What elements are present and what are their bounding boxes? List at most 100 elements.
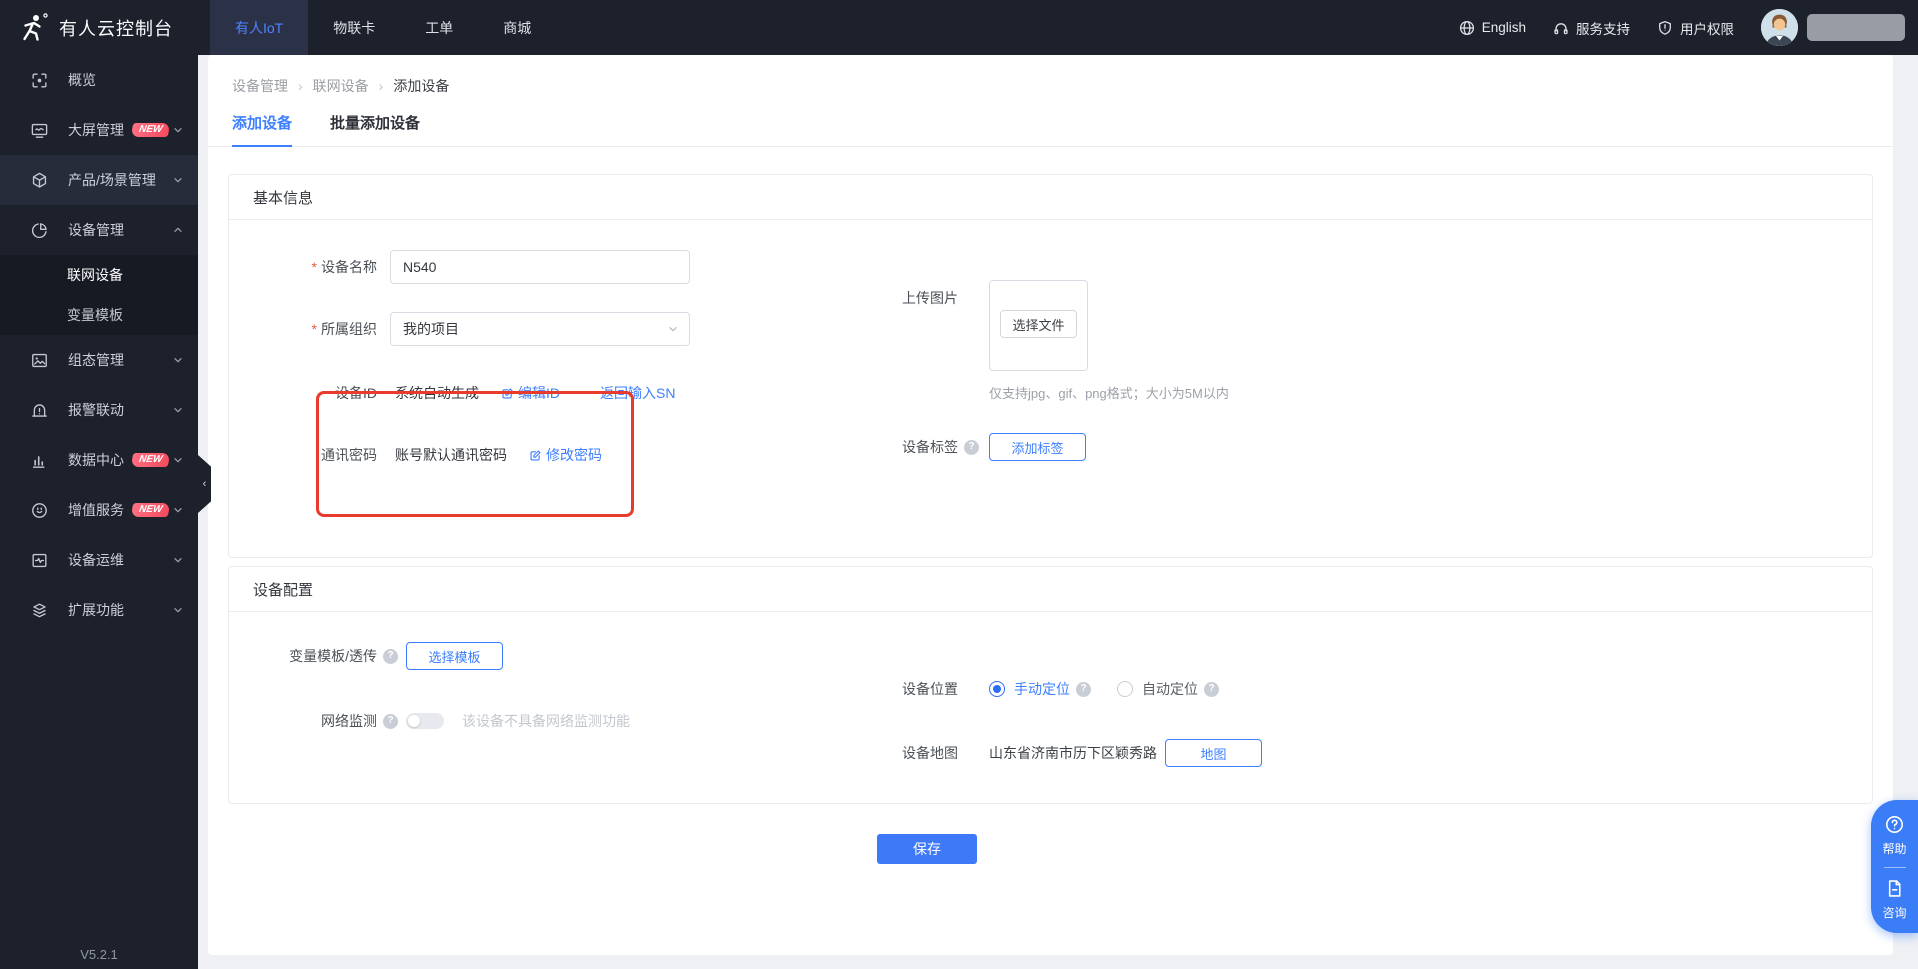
sidebar-item-extensions[interactable]: 扩展功能 [0, 585, 198, 635]
add-tag-button[interactable]: 添加标签 [989, 433, 1086, 461]
auto-location-option[interactable]: 自动定位 [1142, 679, 1198, 699]
new-badge: NEW [130, 453, 171, 467]
sidebar-item-products[interactable]: 产品/场景管理 [0, 155, 198, 205]
sidebar-item-data-center[interactable]: 数据中心 NEW [0, 435, 198, 485]
nav-tab-label: 有人IoT [235, 19, 284, 36]
account-menu[interactable] [1761, 9, 1905, 46]
sidebar-item-device-mgmt[interactable]: 设备管理 [0, 205, 198, 255]
breadcrumb-current: 添加设备 [393, 78, 450, 94]
language-switcher[interactable]: English [1459, 20, 1526, 36]
upload-image-label: 上传图片 [902, 290, 958, 306]
user-permissions-label: 用户权限 [1680, 21, 1734, 37]
nav-tab-usr-iot[interactable]: 有人IoT [210, 0, 309, 55]
image-icon [32, 353, 47, 367]
manual-location-option[interactable]: 手动定位 [1014, 679, 1070, 699]
user-permissions[interactable]: 用户权限 [1657, 18, 1734, 38]
save-row: 保存 [228, 834, 1873, 864]
basic-info-title: 基本信息 [229, 175, 1872, 220]
globe-icon [1459, 20, 1474, 35]
new-badge: NEW [130, 503, 171, 517]
basic-info-right-column: 上传图片 选择文件 仅支持jpg、gif、png格式；大小为5M以内 设备标签 … [902, 250, 1229, 461]
value-added-icon [32, 502, 47, 518]
sidebar-item-bigscreen[interactable]: 大屏管理 NEW [0, 105, 198, 155]
sidebar-item-overview[interactable]: 概览 [0, 55, 198, 105]
nav-tab-label: 商城 [503, 19, 532, 36]
help-button[interactable]: 帮助 [1882, 814, 1907, 857]
choose-file-button[interactable]: 选择文件 [1000, 310, 1077, 338]
organization-value: 我的项目 [403, 321, 459, 337]
return-sn-input-link[interactable]: 返回输入SN [600, 383, 675, 403]
choose-template-button[interactable]: 选择模板 [406, 642, 503, 670]
sidebar-subitem-network-devices[interactable]: 联网设备 [0, 255, 198, 295]
sidebar-item-label: 组态管理 [68, 352, 124, 368]
help-question-icon: ? [1204, 681, 1219, 697]
help-question-icon: ? [383, 713, 398, 729]
chevron-up-icon [174, 227, 182, 232]
breadcrumb-separator [298, 78, 303, 94]
chevron-down-icon [174, 558, 182, 563]
breadcrumb-network-devices[interactable]: 联网设备 [313, 76, 369, 96]
change-password-link[interactable]: 修改密码 [529, 445, 602, 465]
floating-help-widget: 帮助 咨询 [1871, 800, 1918, 933]
device-tags-row: 设备标签 ? 添加标签 [902, 433, 1229, 461]
manual-location-radio[interactable] [989, 681, 1005, 697]
sidebar-item-label: 数据中心 [68, 452, 124, 468]
shield-icon [1659, 20, 1671, 35]
sidebar-item-device-ops[interactable]: 设备运维 [0, 535, 198, 585]
chevron-down-icon [174, 128, 182, 133]
version-label: V5.2.1 [80, 947, 118, 962]
network-monitor-toggle[interactable] [406, 713, 444, 729]
sidebar-item-label: 扩展功能 [68, 602, 124, 618]
edit-device-id-link[interactable]: 编辑ID [501, 383, 560, 403]
device-map-label: 设备地图 [902, 745, 958, 761]
device-id-value: 系统自动生成 [395, 385, 479, 401]
page-tabs: 添加设备 批量添加设备 [208, 112, 1893, 147]
auto-location-radio[interactable] [1117, 681, 1133, 697]
nav-tab-work-order[interactable]: 工单 [400, 0, 478, 55]
sidebar-item-label: 概览 [68, 72, 96, 88]
device-name-input[interactable] [390, 250, 690, 284]
sidebar-item-label: 设备运维 [68, 552, 124, 568]
username-redacted [1807, 14, 1905, 41]
map-button[interactable]: 地图 [1165, 739, 1262, 767]
device-config-card: 设备配置 变量模板/透传 ? 选择模板 网络监测 ? 该设备不具备网络监测功能 [228, 566, 1873, 804]
organization-select[interactable]: 我的项目 [390, 312, 690, 346]
consult-button[interactable]: 咨询 [1882, 878, 1907, 921]
service-support[interactable]: 服务支持 [1553, 18, 1630, 38]
device-location-row: 设备位置 手动定位 ? 自动定位 ? [902, 679, 1262, 699]
alarm-icon [32, 403, 47, 417]
edit-icon [502, 387, 513, 399]
nav-tab-label: 物联卡 [333, 19, 376, 36]
overview-icon [32, 72, 47, 88]
network-monitor-note: 该设备不具备网络监测功能 [462, 713, 630, 729]
sidebar-item-configuration[interactable]: 组态管理 [0, 335, 198, 385]
breadcrumb-device-mgmt[interactable]: 设备管理 [232, 76, 288, 96]
new-badge: NEW [130, 123, 171, 137]
avatar [1761, 9, 1798, 46]
chevron-down-icon [669, 327, 677, 332]
sidebar-menu: 概览 大屏管理 NEW 产品/场景管理 设备管理 联网设备 变量模板 组态管理 … [0, 55, 198, 635]
nav-tab-mall[interactable]: 商城 [478, 0, 556, 55]
sidebar-item-value-added[interactable]: 增值服务 NEW [0, 485, 198, 535]
device-id-label: 设备ID [335, 385, 377, 401]
tab-add-device[interactable]: 添加设备 [232, 112, 293, 147]
tab-batch-add-device[interactable]: 批量添加设备 [330, 112, 420, 146]
chevron-down-icon [174, 608, 182, 613]
device-config-title: 设备配置 [229, 567, 1872, 612]
sidebar-item-label: 增值服务 [68, 502, 124, 518]
upload-dropzone[interactable]: 选择文件 [989, 280, 1088, 371]
upload-area: 选择文件 仅支持jpg、gif、png格式；大小为5M以内 [989, 280, 1229, 402]
upload-image-row: 上传图片 选择文件 仅支持jpg、gif、png格式；大小为5M以内 [902, 280, 1229, 402]
nav-tab-label: 工单 [425, 19, 454, 36]
save-button[interactable]: 保存 [877, 834, 977, 864]
logo[interactable]: 有人云控制台 [0, 0, 198, 55]
chevron-down-icon [174, 408, 182, 413]
layers-icon [33, 602, 46, 617]
nav-tab-iot-card[interactable]: 物联卡 [308, 0, 400, 55]
ops-monitor-icon [32, 553, 47, 567]
main-content: 设备管理 联网设备 添加设备 添加设备 批量添加设备 基本信息 *设备名称 [198, 55, 1918, 969]
sidebar-subitem-variable-templates[interactable]: 变量模板 [0, 295, 198, 335]
sidebar-item-alarm[interactable]: 报警联动 [0, 385, 198, 435]
organization-label: * 所属组织 [311, 321, 377, 337]
headset-icon [1554, 22, 1568, 34]
